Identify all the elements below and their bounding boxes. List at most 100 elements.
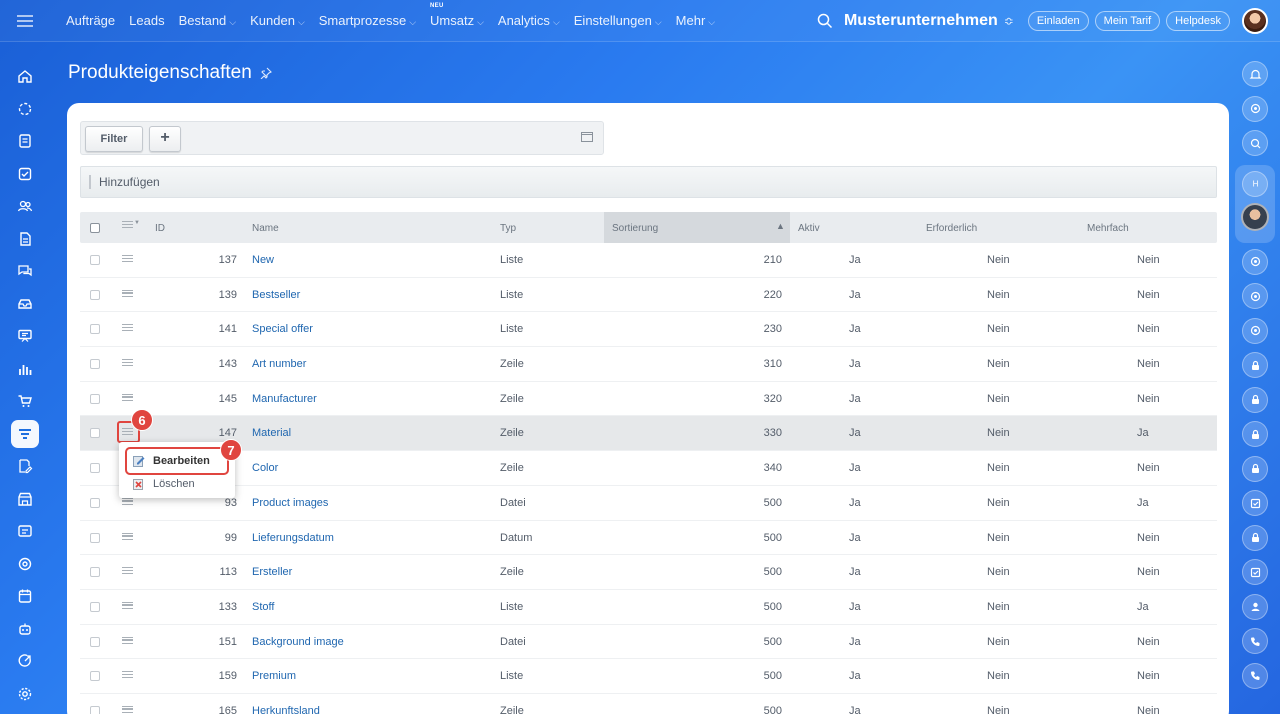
task-check-icon[interactable] (1242, 490, 1268, 516)
nav-item-leads[interactable]: Leads (129, 13, 164, 28)
support-icon[interactable] (11, 550, 39, 578)
company-name[interactable]: Musterunternehmen (844, 12, 998, 30)
nav-item-label: Bestand (178, 13, 227, 28)
nav-item-kunden[interactable]: Kunden ⌵ (250, 13, 305, 28)
nav-item-aufträge[interactable]: Aufträge (66, 13, 115, 28)
table-row[interactable]: 165 Herkunftsland Zeile 500 Ja Nein Nein (80, 694, 1217, 714)
edit-document-icon[interactable] (11, 452, 39, 480)
table-row[interactable]: 151 Background image Datei 500 Ja Nein Nein (80, 625, 1217, 660)
analytics-icon[interactable] (11, 355, 39, 383)
openline-icon[interactable] (1242, 317, 1268, 344)
sort-ascending-icon[interactable]: ▲ (776, 221, 785, 231)
calendar-icon[interactable] (11, 582, 39, 610)
menu-icon[interactable] (0, 0, 50, 42)
table-row[interactable]: 147 Material Zeile 330 Ja Nein Ja (80, 416, 1217, 452)
column-header-active[interactable]: Aktiv (798, 223, 820, 234)
inbox-icon[interactable] (11, 290, 39, 318)
table-row[interactable]: 99 Lieferungsdatum Datum 500 Ja Nein Nein (80, 521, 1217, 556)
user-avatar[interactable] (1242, 7, 1268, 34)
contact-avatar[interactable] (1241, 202, 1269, 231)
column-settings-icon[interactable] (122, 221, 133, 228)
table-row[interactable]: Color Zeile 340 Ja Nein Nein (80, 451, 1217, 486)
phone-icon[interactable] (1242, 662, 1268, 689)
helpdesk-button[interactable]: Helpdesk (1166, 10, 1230, 31)
cell-active: Ja (849, 427, 861, 440)
table-row[interactable]: 159 Premium Liste 500 Ja Nein Nein (80, 659, 1217, 694)
column-header-multiple[interactable]: Mehrfach (1087, 223, 1129, 234)
invite-button[interactable]: Einladen (1027, 10, 1089, 31)
company-settings-icon[interactable]: ≎ (1004, 14, 1014, 28)
group-avatar-icon[interactable] (1242, 593, 1268, 620)
edit-highlight-frame (125, 447, 229, 475)
pin-icon[interactable] (260, 67, 272, 79)
left-sidebar (0, 42, 50, 714)
lock-icon[interactable] (1242, 352, 1268, 378)
lock-icon[interactable] (1242, 455, 1268, 482)
cell-multiple: Ja (1137, 600, 1149, 613)
bell-icon[interactable] (1242, 61, 1268, 87)
right-sidebar: H (1230, 42, 1280, 714)
chevron-down-icon: ⌵ (708, 17, 716, 27)
tasks-icon[interactable] (11, 160, 39, 188)
cell-multiple: Nein (1137, 254, 1160, 266)
delete-menu-label: Löschen (153, 478, 195, 490)
nav-item-smartprozesse[interactable]: Smartprozesse ⌵ (319, 13, 416, 28)
nav-item-analytics[interactable]: Analytics ⌵ (498, 13, 560, 28)
my-plan-button[interactable]: Mein Tarif (1094, 10, 1161, 31)
nav-item-einstellungen[interactable]: Einstellungen ⌵ (574, 13, 662, 28)
table-row[interactable]: 141 Special offer Liste 230 Ja Nein Nein (80, 312, 1217, 348)
user-initial-icon[interactable]: H (1242, 170, 1268, 197)
search-chat-icon[interactable] (1242, 130, 1268, 156)
store-icon[interactable] (11, 485, 39, 513)
cell-required: Nein (987, 288, 1010, 301)
cell-active: Ja (849, 392, 861, 405)
openline-icon[interactable] (1242, 248, 1268, 275)
table-row[interactable]: 93 Product images Datei 500 Ja Nein Ja (80, 486, 1217, 521)
cell-sort: 330 (763, 427, 782, 440)
nav-item-umsatz[interactable]: NEU Umsatz ⌵ (430, 3, 484, 28)
select-all-checkbox[interactable] (90, 223, 100, 233)
feed-icon[interactable] (11, 127, 39, 155)
table-row[interactable]: 143 Art number Zeile 310 Ja Nein Nein (80, 347, 1217, 382)
cell-sort: 310 (763, 358, 782, 371)
crm-icon[interactable] (11, 95, 39, 123)
contacts-icon[interactable] (11, 192, 39, 220)
window-icon[interactable] (581, 132, 593, 142)
table-row[interactable]: 139 Bestseller Liste 220 Ja Nein Nein (80, 278, 1217, 313)
delete-menu-item[interactable]: Löschen (119, 473, 235, 495)
settings-icon[interactable] (11, 680, 39, 708)
table-row[interactable]: 145 Manufacturer Zeile 320 Ja Nein Nein (80, 382, 1217, 417)
add-property-button[interactable]: Hinzufügen (99, 175, 160, 189)
column-header-id[interactable]: ID (155, 223, 165, 234)
home-icon[interactable] (11, 62, 39, 90)
marketing-icon[interactable] (11, 647, 39, 675)
column-header-sort[interactable]: Sortierung (612, 223, 658, 234)
lock-icon[interactable] (1242, 386, 1268, 413)
presentation-icon[interactable] (11, 322, 39, 350)
table-row[interactable]: 133 Stoff Liste 500 Ja Nein Ja (80, 590, 1217, 625)
catalog-filter-icon[interactable] (11, 419, 39, 448)
robot-icon[interactable] (11, 615, 39, 643)
lock-icon[interactable] (1242, 421, 1268, 447)
cart-icon[interactable] (11, 387, 39, 415)
column-header-name[interactable]: Name (252, 223, 279, 234)
chat-icon[interactable] (11, 257, 39, 285)
documents-icon[interactable] (11, 225, 39, 253)
filter-button[interactable]: Filter (85, 126, 143, 152)
table-row[interactable]: 113 Ersteller Zeile 500 Ja Nein Nein (80, 555, 1217, 590)
cell-required: Nein (987, 704, 1010, 714)
column-header-required[interactable]: Erforderlich (926, 223, 977, 234)
lock-icon[interactable] (1242, 524, 1268, 551)
table-row[interactable]: 137 New Liste 210 Ja Nein Nein (80, 243, 1217, 278)
task-check-icon[interactable] (1242, 559, 1268, 585)
add-filter-button[interactable]: + (149, 126, 181, 152)
nav-item-mehr[interactable]: Mehr ⌵ (676, 13, 715, 28)
id-card-icon[interactable] (11, 517, 39, 545)
column-header-type[interactable]: Typ (500, 223, 516, 234)
openline-icon[interactable] (1242, 283, 1268, 309)
nav-item-bestand[interactable]: Bestand ⌵ (179, 13, 237, 28)
search-icon[interactable] (816, 12, 834, 30)
chevron-down-icon: ⌵ (552, 17, 560, 27)
phone-icon[interactable] (1242, 628, 1268, 654)
copilot-icon[interactable] (1242, 95, 1268, 122)
